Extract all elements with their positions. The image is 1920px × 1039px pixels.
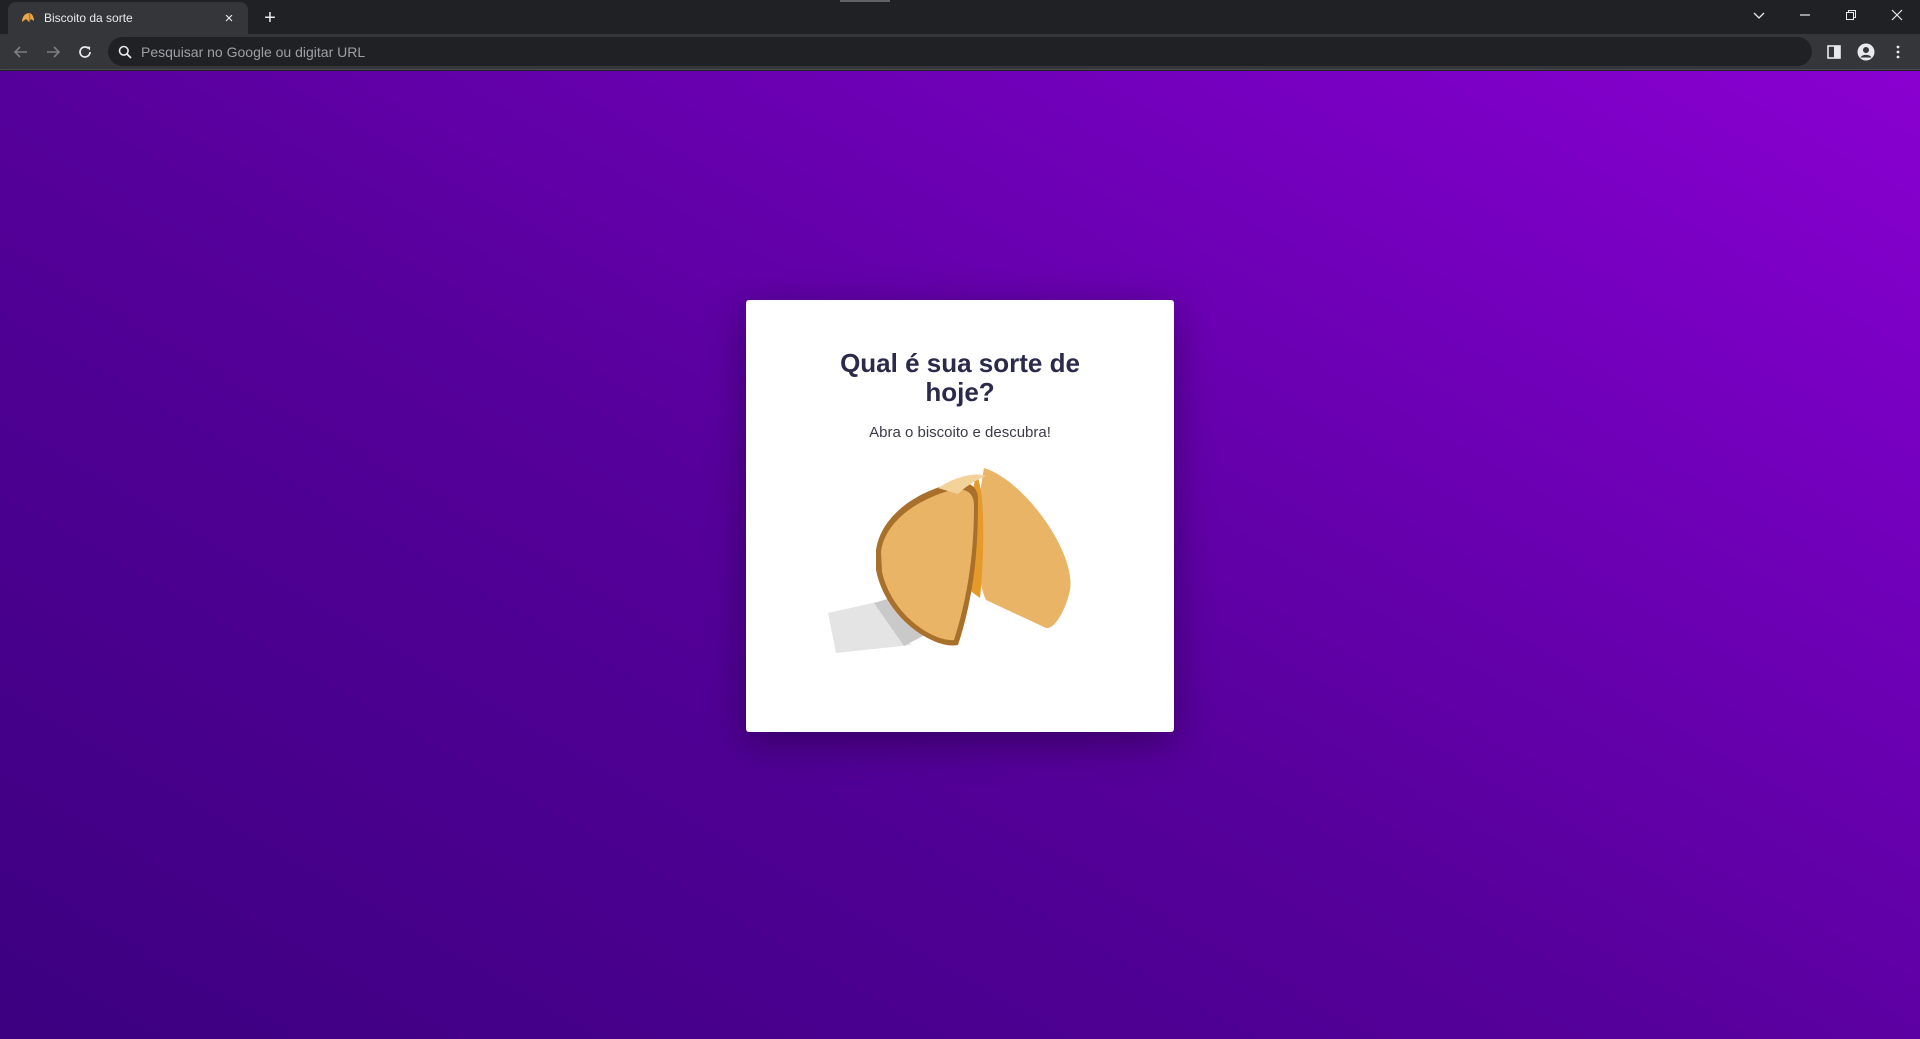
tab-strip: Biscoito da sorte × + (0, 0, 1920, 34)
new-tab-button[interactable]: + (258, 6, 282, 30)
side-panel-button[interactable] (1820, 38, 1848, 66)
fortune-cookie-button[interactable] (826, 460, 1086, 660)
tab-search-button[interactable] (1736, 0, 1782, 30)
back-button[interactable] (7, 38, 35, 66)
restore-icon (1846, 10, 1856, 20)
address-bar-input[interactable] (141, 43, 1741, 60)
minimize-button[interactable] (1782, 0, 1828, 30)
browser-menu-button[interactable] (1884, 38, 1912, 66)
tab-title: Biscoito da sorte (44, 11, 133, 25)
minimize-icon (1800, 14, 1810, 16)
reload-icon (79, 46, 91, 58)
profile-button[interactable] (1852, 38, 1880, 66)
search-icon (118, 45, 132, 59)
fortune-cookie-shape (876, 468, 1071, 646)
omnibox[interactable] (108, 37, 1812, 66)
tab-search-indicator (840, 0, 890, 2)
chevron-down-icon (1753, 12, 1765, 19)
page-viewport: Qual é sua sorte de hoje? Abra o biscoit… (0, 71, 1920, 1039)
arrow-right-icon (47, 46, 61, 58)
profile-icon (1857, 43, 1875, 61)
page-subtitle: Abra o biscoito e descubra! (869, 424, 1051, 441)
fortune-card: Qual é sua sorte de hoje? Abra o biscoit… (746, 300, 1174, 732)
side-panel-icon (1827, 45, 1841, 59)
reload-button[interactable] (71, 38, 99, 66)
close-window-button[interactable] (1874, 0, 1920, 30)
restore-button[interactable] (1828, 0, 1874, 30)
fortune-cookie-icon (22, 12, 34, 23)
page-title: Qual é sua sorte de hoje? (840, 348, 1080, 407)
arrow-left-icon (13, 46, 27, 58)
kebab-menu-icon (1896, 45, 1900, 59)
close-icon (1891, 9, 1903, 21)
close-tab-button[interactable]: × (220, 9, 238, 27)
browser-tab[interactable]: Biscoito da sorte × (8, 2, 248, 34)
forward-button[interactable] (39, 38, 67, 66)
browser-toolbar (0, 34, 1920, 70)
